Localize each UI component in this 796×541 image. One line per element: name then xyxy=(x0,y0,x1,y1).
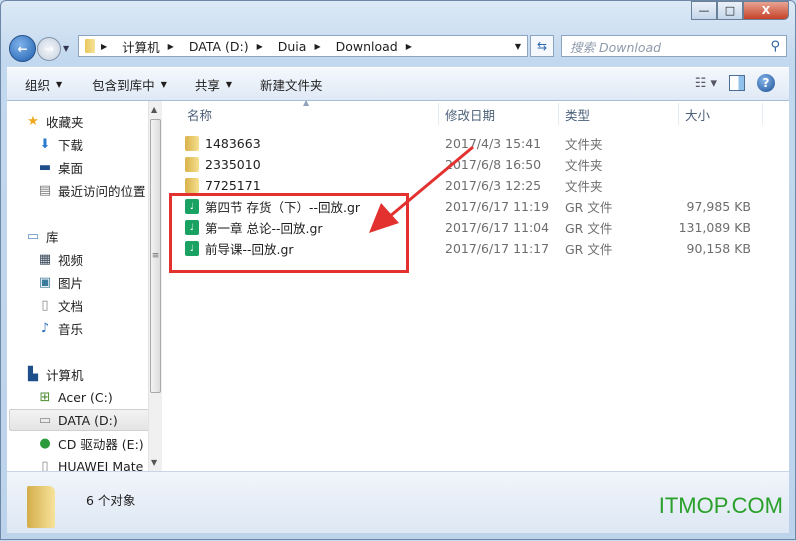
explorer-window: — □ X ← → ▼ ▶ 计算机 ▶ DATA (D:) ▶ Duia ▶ D… xyxy=(0,0,796,540)
folder-icon xyxy=(27,486,55,528)
watermark: ITMOP.COM xyxy=(658,493,783,518)
annotation-arrow xyxy=(369,145,474,233)
details-pane: 6 个对象 ITMOP.COM xyxy=(7,471,789,533)
item-count: 6 个对象 xyxy=(86,493,136,508)
